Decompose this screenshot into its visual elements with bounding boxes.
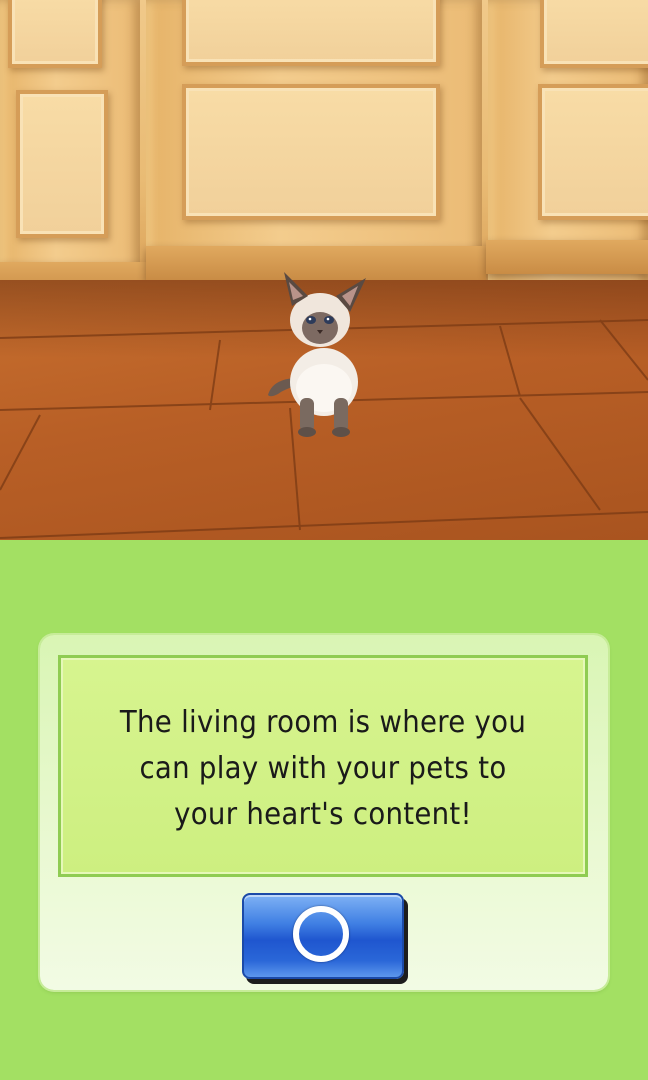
cabinet-panel <box>182 0 440 66</box>
left-cabinet <box>0 0 140 300</box>
dialog-panel: The living room is where you can play wi… <box>40 635 608 990</box>
cabinet-panel <box>16 90 108 238</box>
kitten[interactable] <box>262 270 377 440</box>
cabinet-panel <box>540 0 648 68</box>
message-box: The living room is where you can play wi… <box>58 655 588 877</box>
dialog-message: The living room is where you can play wi… <box>119 705 527 832</box>
top-screen-scene <box>0 0 648 540</box>
cabinet-panel <box>8 0 102 68</box>
right-cabinet-base <box>486 240 648 274</box>
confirm-button[interactable] <box>242 893 404 979</box>
ds-dual-screen: The living room is where you can play wi… <box>0 0 648 1080</box>
cabinet-panel <box>182 84 440 220</box>
bottom-screen: The living room is where you can play wi… <box>0 540 648 1080</box>
circle-icon <box>293 906 349 962</box>
cabinet-panel <box>538 84 648 220</box>
